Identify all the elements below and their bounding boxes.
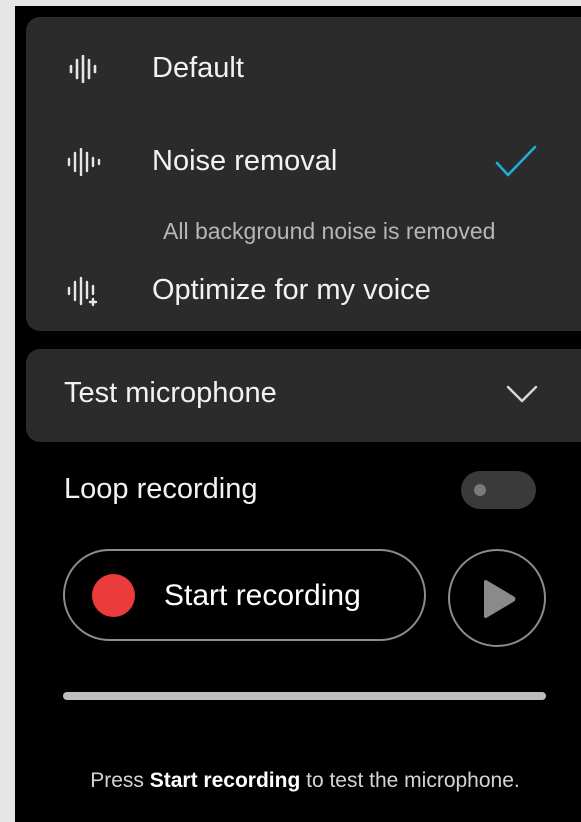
audio-waveform-icon [69, 55, 97, 83]
option-noise-removal[interactable]: Noise removal [26, 130, 581, 190]
option-label: Noise removal [152, 145, 338, 177]
hint-suffix: to test the microphone. [300, 769, 520, 792]
option-optimize-voice[interactable]: Optimize for my voice [26, 259, 581, 319]
option-default[interactable]: Default [26, 37, 581, 97]
chevron-down-icon [506, 385, 538, 403]
play-button[interactable] [448, 549, 546, 647]
hint-prefix: Press [90, 769, 150, 792]
noise-options-card: Default Noise removal All background noi… [26, 17, 581, 331]
microphone-settings-panel: Default Noise removal All background noi… [15, 6, 581, 822]
test-microphone-dropdown[interactable]: Test microphone [26, 349, 581, 442]
start-recording-label: Start recording [164, 579, 361, 612]
noise-removal-waveform-icon [67, 148, 101, 176]
loop-recording-label: Loop recording [64, 473, 258, 505]
record-dot-icon [92, 574, 135, 617]
toggle-knob [474, 484, 486, 496]
play-icon [484, 580, 516, 618]
loop-recording-toggle[interactable] [461, 471, 536, 509]
voice-optimize-waveform-icon [67, 276, 98, 307]
test-microphone-label: Test microphone [64, 377, 277, 409]
checkmark-icon [495, 145, 537, 177]
noise-removal-description: All background noise is removed [163, 218, 496, 244]
option-label: Default [152, 52, 244, 84]
recording-hint: Press Start recording to test the microp… [75, 765, 535, 796]
option-label: Optimize for my voice [152, 274, 431, 306]
recording-level-bar [63, 692, 546, 700]
hint-emphasis: Start recording [149, 769, 301, 792]
start-recording-button[interactable]: Start recording [63, 549, 426, 641]
